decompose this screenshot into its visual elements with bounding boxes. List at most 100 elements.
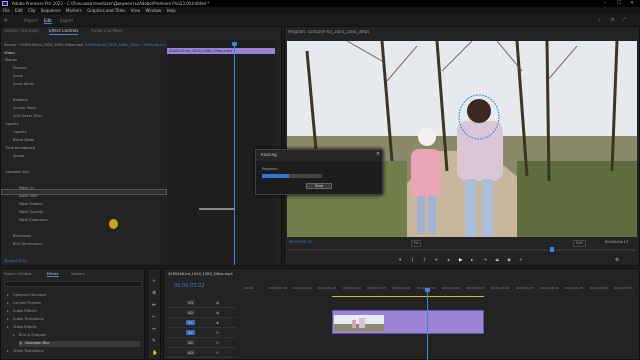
timeline-playhead[interactable]	[427, 291, 428, 360]
slip-tool-icon[interactable]: ↔	[152, 327, 156, 332]
effect-row[interactable]: Rotation0.0↺	[13, 98, 28, 104]
fit-dropdown[interactable]: Fit	[411, 240, 422, 247]
stop-button[interactable]: Stop	[306, 183, 332, 189]
tab-audio-clip-mixer[interactable]: Audio Clip Mixer	[91, 29, 123, 34]
effect-timecode[interactable]: 00:00:03:22	[4, 259, 27, 264]
effects-list-item[interactable]: ▸ Video Transitions	[7, 349, 140, 355]
effect-row[interactable]: Opacity100.0 %↺	[13, 130, 27, 136]
hand-tool-icon[interactable]: ✋	[152, 351, 158, 356]
mute-icon[interactable]: M	[216, 330, 219, 335]
effect-row[interactable]: Gaussian Blur↺	[5, 170, 30, 176]
minimize-button[interactable]: –	[604, 1, 606, 6]
track-header[interactable]: V3 ◉	[166, 299, 236, 308]
search-icon[interactable]: ⌕	[598, 17, 601, 23]
ripple-edit-tool-icon[interactable]: ⇹	[152, 303, 156, 308]
effects-list-item[interactable]: ▸ Audio Transitions	[7, 317, 140, 323]
program-title[interactable]: Program: 4265246-hd_1920_1080_30fps	[288, 30, 369, 35]
go-to-in-icon[interactable]: ⇤	[435, 258, 439, 263]
timeline-ruler[interactable]: 00:00 00:00:00:15 00:00:01:00 00:00:01:15 00…	[244, 287, 639, 295]
tab-effects[interactable]: Effects	[47, 272, 59, 278]
add-marker-icon[interactable]: ▾	[399, 258, 401, 263]
step-back-icon[interactable]: ◂	[447, 258, 449, 263]
effect-playhead[interactable]	[234, 43, 235, 265]
program-scrubber[interactable]	[287, 249, 637, 251]
go-to-out-icon[interactable]: ⇥	[483, 258, 487, 263]
toggle-visibility-icon[interactable]: ◉	[216, 310, 219, 315]
effect-playhead-handle[interactable]	[232, 42, 237, 46]
effect-row[interactable]: Opacity↺	[5, 122, 19, 128]
effect-row[interactable]: Scale Width100.0↺	[13, 82, 34, 88]
menu-clip[interactable]: Clip	[28, 8, 36, 13]
mute-icon[interactable]: M	[216, 340, 219, 345]
lift-icon[interactable]: ⏏	[495, 258, 499, 263]
effects-search-input[interactable]	[4, 281, 142, 287]
effect-row[interactable]: Motion↺	[5, 58, 17, 64]
effect-row[interactable]: Speed100.00%↺	[13, 154, 24, 160]
notifications-icon[interactable]: ◔	[610, 17, 614, 23]
effect-row[interactable]: Position960.0 540.0↺	[13, 66, 27, 72]
track-label[interactable]: A3	[186, 350, 196, 355]
mark-out-icon[interactable]: }	[423, 258, 426, 263]
fullscreen-icon[interactable]: ⤢	[622, 17, 626, 23]
mark-in-icon[interactable]: {	[411, 258, 414, 263]
track-select-tool-icon[interactable]: ⇶	[152, 291, 156, 296]
tab-effect-controls[interactable]: Effect Controls	[49, 29, 79, 35]
play-icon[interactable]: ▶	[459, 258, 462, 263]
effect-row[interactable]: Anchor Point960.0 540.0↺	[13, 106, 36, 112]
mask-path-keyframes[interactable]	[199, 208, 235, 210]
close-button[interactable]: ✕	[630, 1, 634, 6]
effect-row[interactable]: Scale100.0↺	[13, 74, 23, 80]
effects-list-item[interactable]: ▸ Video Effects	[7, 325, 140, 331]
menu-edit[interactable]: Edit	[15, 8, 23, 13]
effect-row[interactable]: Mask Opacity100.0 %↺	[19, 210, 43, 216]
workspace-tab-import[interactable]: Import	[24, 18, 37, 23]
toggle-visibility-icon[interactable]: ◉	[216, 320, 219, 325]
track-header[interactable]: A1 M	[166, 329, 236, 338]
tab-markers[interactable]: Markers	[71, 272, 85, 276]
step-forward-icon[interactable]: ▸	[471, 258, 473, 263]
dialog-close-icon[interactable]: ✕	[376, 152, 380, 157]
menu-sequence[interactable]: Sequence	[41, 8, 61, 13]
tab-source[interactable]: Source: (no clips)	[4, 29, 39, 34]
menu-markers[interactable]: Markers	[66, 8, 82, 13]
effect-row[interactable]: Anti-flicker Filter0.00↺	[13, 114, 42, 120]
clip-path[interactable]: 4265246-hd_1920_1080_30fps • 4265246-hd.…	[85, 43, 168, 47]
track-label[interactable]: V1	[186, 320, 196, 325]
effect-row[interactable]: Blurriness25.0↺	[13, 234, 31, 240]
effects-list-item[interactable]: ▸ Audio Effects	[7, 309, 140, 315]
workspace-tab-edit[interactable]: Edit	[44, 18, 52, 24]
menu-window[interactable]: Window	[146, 8, 162, 13]
program-timecode-left[interactable]: 00:00:01:21	[289, 240, 312, 245]
track-header[interactable]: A2 M	[166, 339, 236, 348]
tab-project[interactable]: Project: Untitled	[4, 272, 31, 276]
razor-tool-icon[interactable]: ✂	[152, 315, 156, 320]
timeline-video-clip[interactable]	[332, 310, 484, 334]
work-area-bar[interactable]	[332, 296, 484, 297]
track-label[interactable]: A2	[186, 340, 196, 345]
track-label[interactable]: A1	[186, 330, 196, 335]
button-editor-icon[interactable]: +	[519, 258, 523, 263]
export-frame-icon[interactable]: ◉	[507, 258, 511, 263]
quality-dropdown[interactable]: Full	[573, 240, 586, 247]
maximize-button[interactable]: ☐	[617, 1, 621, 6]
settings-icon[interactable]: ⚙	[615, 258, 619, 263]
effect-row[interactable]: Mask Feather10.0↺	[19, 202, 43, 208]
workspace-tab-export[interactable]: Export	[60, 18, 73, 23]
menu-view[interactable]: View	[131, 8, 141, 13]
effect-row[interactable]: Blend ModeNormal↺	[13, 138, 34, 144]
program-playhead[interactable]	[550, 247, 554, 252]
toggle-visibility-icon[interactable]: ◉	[216, 300, 219, 305]
menu-help[interactable]: Help	[167, 8, 176, 13]
track-label[interactable]: V2	[186, 310, 196, 315]
effects-list-item[interactable]: ▸ Optimum Versions	[7, 293, 140, 299]
selection-tool-icon[interactable]: ➤	[152, 279, 156, 284]
video-frame[interactable]	[287, 41, 637, 237]
timeline-timecode[interactable]: 00:00:03:22	[174, 283, 205, 289]
effect-row[interactable]: Blur DimensionsHorizontal and Vertical↺	[13, 242, 42, 248]
effects-list-item[interactable]: ▸ Blur & Sharpen	[13, 333, 140, 339]
menu-graphics[interactable]: Graphics and Titles	[87, 8, 125, 13]
track-header[interactable]: V1 ◉	[166, 319, 236, 328]
effects-list-item[interactable]: ▸ Lumetri Presets	[7, 301, 140, 307]
pen-tool-icon[interactable]: ✎	[152, 339, 156, 344]
home-icon[interactable]: ⌂	[4, 17, 7, 23]
